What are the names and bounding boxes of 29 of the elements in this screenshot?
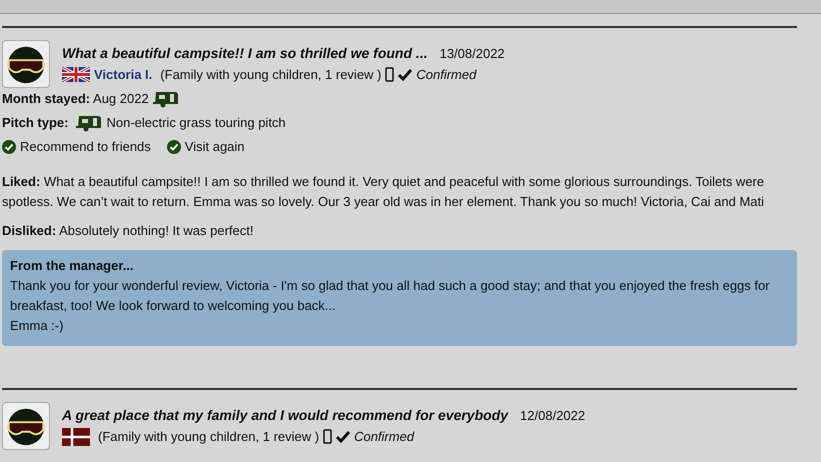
reviewer-details: (Family with young children, 1 review ) [98, 428, 320, 446]
manager-title: From the manager... [10, 257, 135, 275]
manager-reply: Thank you for your wonderful review, Victoria - I'm so glad that you all had such a good stay; and that you enjoyed the fresh eggs for breakfast, too! We look forward to welcoming you back... [10, 277, 771, 315]
tick-icon [336, 430, 350, 442]
liked-text: Liked: What a beautiful campsite!! I am so thrilled we found it. Very quiet and peaceful with some glorious surroundings. Toilets were spotless. We can’t wait to return. Emma was so lovely. Our 3 year old was in her element. Thank you so much! Victoria, Cai and Mati [2, 173, 766, 211]
avatar-icon [2, 40, 50, 88]
check-circle-icon [2, 140, 16, 154]
review-title: What a beautiful campsite!! I am so thrilled we found ... [62, 44, 428, 62]
tick-icon [398, 68, 412, 80]
recommend-item: Visit again [184, 138, 245, 156]
caravan-icon [76, 114, 102, 132]
confirmed-label: Confirmed [354, 428, 414, 446]
phone-icon [385, 67, 394, 82]
month-stayed: Month stayed: Aug 2022 [2, 90, 149, 108]
review-date: 12/08/2022 [520, 407, 586, 425]
avatar-icon [2, 402, 50, 450]
pitch-type-label: Pitch type: [2, 114, 68, 132]
disliked-text: Disliked: Absolutely nothing! It was perfect! [2, 222, 254, 240]
phone-icon [323, 429, 332, 444]
reviewer-link[interactable]: Victoria I. [94, 66, 152, 84]
pitch-type: Non-electric grass touring pitch [106, 114, 286, 132]
reviewer-details: (Family with young children, 1 review ) [160, 66, 382, 84]
manager-signature: Emma :-) [10, 317, 64, 335]
confirmed-label: Confirmed [416, 66, 476, 84]
review-date: 13/08/2022 [440, 45, 505, 63]
review-title: A great place that my family and I would recommend for everybody [62, 406, 508, 424]
check-circle-icon [166, 140, 181, 154]
caravan-icon [152, 90, 179, 108]
recommend-item: Recommend to friends [20, 138, 151, 156]
